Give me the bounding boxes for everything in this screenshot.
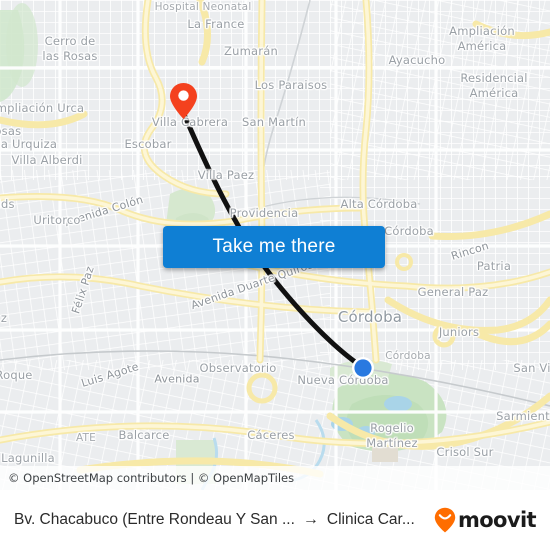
moovit-trip-map-screen: Hospital Neonatal La France Zumarán Ayacuch… xyxy=(0,0,550,550)
origin-label: Bv. Chacabuco (Entre Rondeau Y San ... xyxy=(14,511,295,528)
moovit-wordmark: moovit xyxy=(457,508,537,532)
take-me-there-label: Take me there xyxy=(212,236,336,257)
map-canvas[interactable]: Hospital Neonatal La France Zumarán Ayacuch… xyxy=(0,0,550,490)
destination-label: Clinica Car... xyxy=(326,511,415,528)
moovit-logo[interactable]: moovit xyxy=(434,507,537,533)
arrow-right-icon: → xyxy=(302,511,319,528)
moovit-pin-icon xyxy=(434,507,456,533)
footer-bar: Bv. Chacabuco (Entre Rondeau Y San ... →… xyxy=(0,490,550,550)
take-me-there-button[interactable]: Take me there xyxy=(163,226,385,268)
map-pin-icon[interactable] xyxy=(169,82,198,120)
map-attribution: © OpenStreetMap contributors | © OpenMap… xyxy=(0,466,550,490)
attribution-text: © OpenStreetMap contributors | © OpenMap… xyxy=(8,471,295,485)
route-summary[interactable]: Bv. Chacabuco (Entre Rondeau Y San ... →… xyxy=(14,511,434,529)
location-dot-icon[interactable] xyxy=(351,356,375,380)
